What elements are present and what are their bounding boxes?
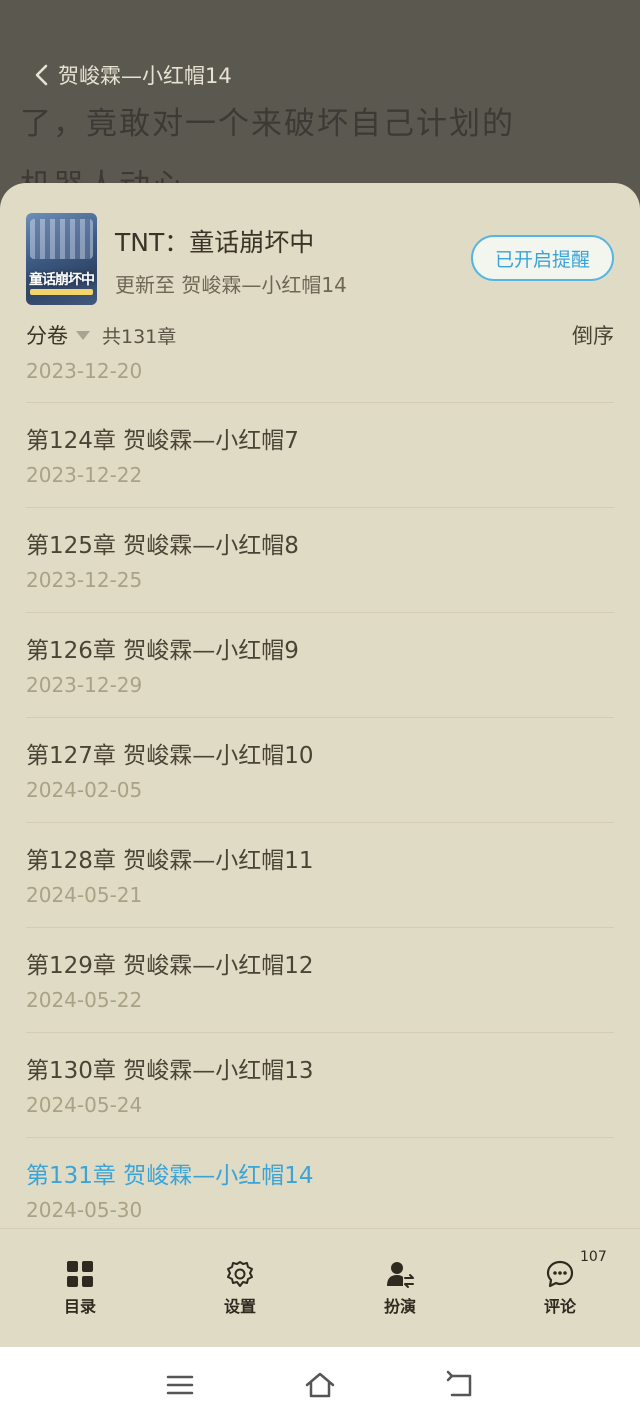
chapter-title: 第130章 贺峻霖—小红帽13 [26,1058,314,1084]
tab-label: 评论 [543,1297,576,1316]
chapter-date: 2024-02-05 [26,778,143,802]
catalog-sheet: 童话崩坏中 TNT：童话崩坏中 更新至 贺峻霖—小红帽14 已开启提醒 分卷 共… [0,183,640,1347]
home-icon[interactable] [304,1369,336,1401]
chapter-item[interactable]: 第124章 贺峻霖—小红帽7 2023-12-22 [26,402,614,507]
chapter-item-current[interactable]: 第131章 贺峻霖—小红帽14 2024-05-30 [26,1137,614,1229]
book-title: TNT：童话崩坏中 [115,228,315,257]
system-navigation-bar [0,1347,640,1422]
chapter-item[interactable]: 第130章 贺峻霖—小红帽13 2024-05-24 [26,1032,614,1137]
person-swap-icon [387,1262,414,1288]
cover-art [30,219,93,259]
chapter-title: 第124章 贺峻霖—小红帽7 [26,428,299,454]
tab-settings[interactable]: 设置 [160,1229,320,1347]
chapter-date: 2024-05-24 [26,1093,143,1117]
volume-selector[interactable]: 分卷 [26,320,68,350]
tab-label: 设置 [223,1297,256,1316]
tab-label: 目录 [63,1297,96,1316]
tab-roleplay[interactable]: 扮演 [320,1229,480,1347]
chapter-date: 2023-12-29 [26,673,143,697]
tab-comments[interactable]: 评论 107 [480,1229,640,1347]
chapter-title: 第131章 贺峻霖—小红帽14 [26,1163,314,1189]
gear-icon [227,1261,253,1287]
chapter-item[interactable]: 第127章 贺峻霖—小红帽10 2024-02-05 [26,717,614,822]
chapter-date: 2024-05-22 [26,988,143,1012]
chapter-list[interactable]: 2023-12-20 第124章 贺峻霖—小红帽7 2023-12-22 第12… [0,353,640,1229]
tab-label: 扮演 [383,1297,416,1316]
tab-catalog[interactable]: 目录 [0,1229,160,1347]
caret-down-icon[interactable] [76,330,90,340]
chapter-title: 第129章 贺峻霖—小红帽12 [26,953,314,979]
chapter-title: 第128章 贺峻霖—小红帽11 [26,848,314,874]
grid-icon [67,1261,93,1287]
cover-title: 童话崩坏中 [29,272,95,288]
reminder-button[interactable]: 已开启提醒 [471,235,614,281]
reader-background: 贺峻霖—小红帽14 了，竟敢对一个来破坏自己计划的 机器人动心 [0,0,640,200]
reader-text-line: 了，竟敢对一个来破坏自己计划的 [20,106,515,142]
chapter-title: 第125章 贺峻霖—小红帽8 [26,533,299,559]
chapter-item[interactable]: 第126章 贺峻霖—小红帽9 2023-12-29 [26,612,614,717]
menu-icon[interactable] [164,1369,196,1401]
book-cover[interactable]: 童话崩坏中 [26,213,97,305]
bottom-tab-bar: 目录 设置 扮演 评论 107 [0,1228,640,1347]
reader-chapter-title: 贺峻霖—小红帽14 [58,64,232,88]
comment-count-badge: 107 [580,1249,607,1265]
chapter-title: 第127章 贺峻霖—小红帽10 [26,743,314,769]
chapter-item[interactable]: 第125章 贺峻霖—小红帽8 2023-12-25 [26,507,614,612]
chapter-date: 2024-05-21 [26,883,143,907]
book-header: 童话崩坏中 TNT：童话崩坏中 更新至 贺峻霖—小红帽14 已开启提醒 [26,213,614,305]
chapter-item[interactable]: 第129章 贺峻霖—小红帽12 2024-05-22 [26,927,614,1032]
comment-icon [546,1260,574,1288]
chapter-date: 2024-05-30 [26,1198,143,1222]
reverse-order-button[interactable]: 倒序 [572,320,614,350]
volume-row: 分卷 共131章 倒序 [26,317,614,353]
chapter-item[interactable]: 第128章 贺峻霖—小红帽11 2024-05-21 [26,822,614,927]
book-update-status: 更新至 贺峻霖—小红帽14 [115,273,347,297]
reader-back-button[interactable]: 贺峻霖—小红帽14 [32,60,232,90]
cover-banner [30,289,93,295]
chapter-count: 共131章 [102,325,177,348]
chevron-left-icon [35,64,48,86]
chapter-date: 2023-12-25 [26,568,143,592]
chapter-date: 2023-12-22 [26,463,143,487]
chapter-date: 2023-12-20 [26,359,143,383]
chapter-title: 第126章 贺峻霖—小红帽9 [26,638,299,664]
back-icon[interactable] [444,1369,476,1401]
